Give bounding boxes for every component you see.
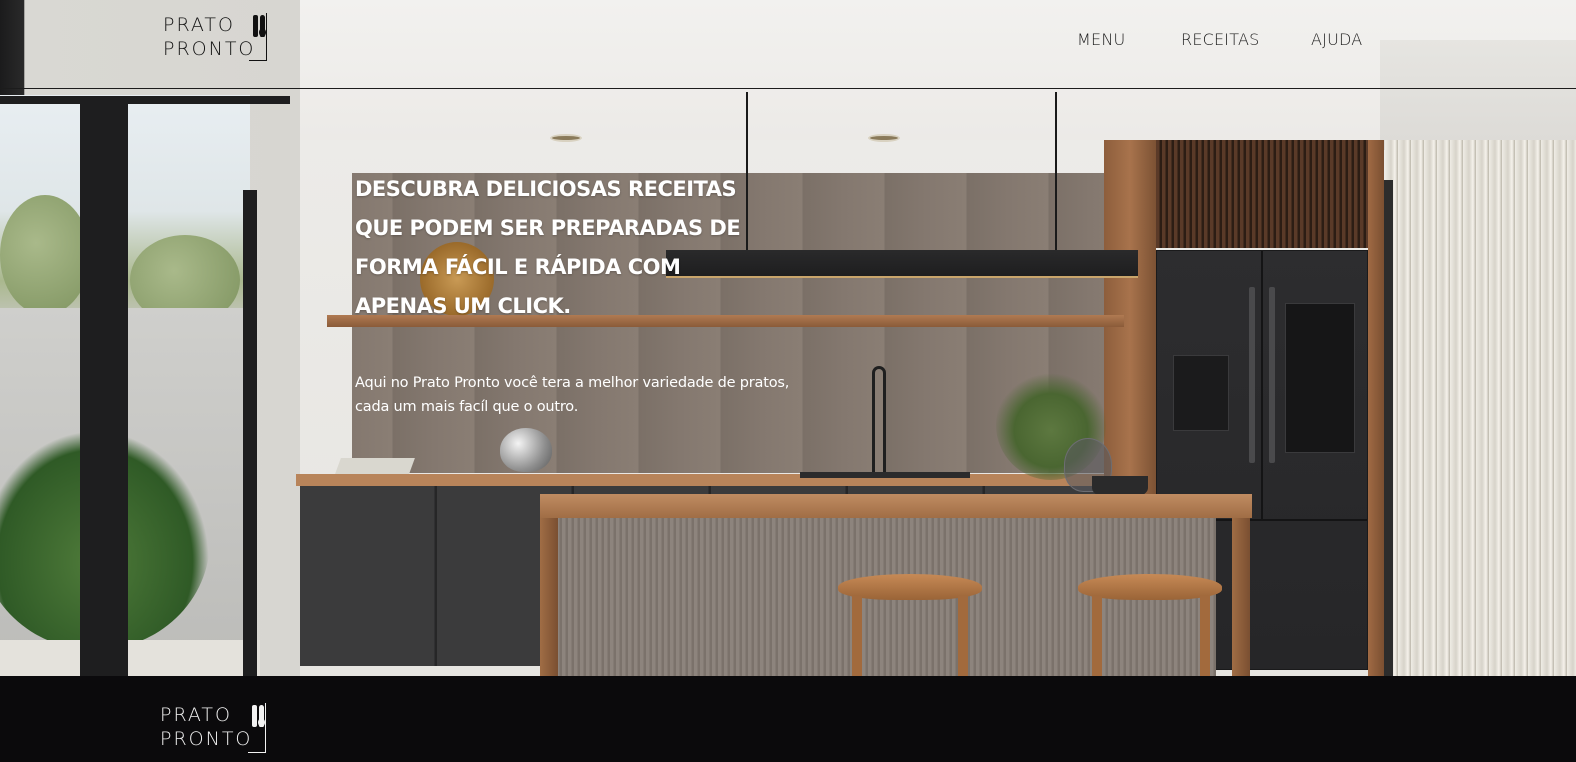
nav-menu[interactable]: MENU (1077, 30, 1125, 49)
header-divider (0, 88, 1576, 89)
spoon-icon (259, 15, 266, 37)
hero-headline: DESCUBRA DELICIOSAS RECEITAS QUE PODEM S… (355, 177, 741, 318)
hero-background-image (0, 0, 1576, 676)
brand-logo[interactable]: PRATO PRONTO (163, 13, 269, 63)
cutlery-icon (249, 13, 267, 61)
footer-brand-logo[interactable]: PRATO PRONTO (160, 703, 270, 755)
cutlery-icon (248, 703, 266, 753)
site-header: PRATO PRONTO MENU RECEITAS AJUDA (0, 0, 1576, 88)
hero-subtext: Aqui no Prato Pronto você tera a melhor … (355, 375, 790, 415)
fork-icon (252, 705, 257, 727)
fork-icon (253, 15, 258, 37)
nav-ajuda[interactable]: AJUDA (1311, 30, 1362, 49)
spoon-icon (258, 705, 265, 727)
nav-receitas[interactable]: RECEITAS (1181, 30, 1259, 49)
hero-section: DESCUBRA DELICIOSAS RECEITAS QUE PODEM S… (0, 0, 1576, 676)
